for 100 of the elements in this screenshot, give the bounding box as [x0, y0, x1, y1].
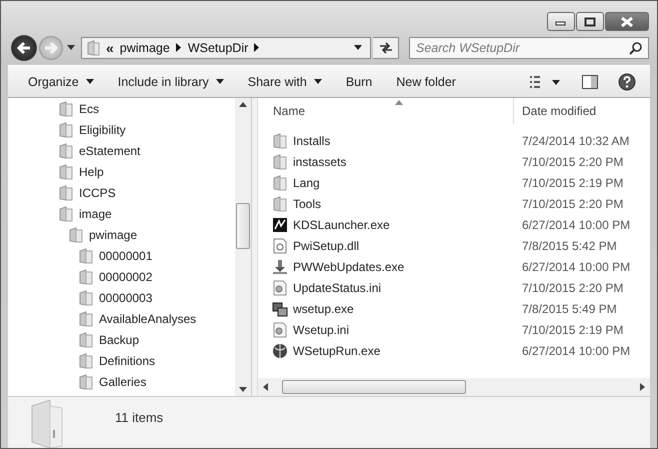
document-icon — [272, 238, 288, 254]
zigzag-app-icon — [272, 216, 288, 232]
pane-icon — [582, 74, 598, 88]
folder-icon — [78, 310, 94, 326]
tree-item[interactable]: image — [8, 203, 235, 224]
scroll-up-icon[interactable] — [239, 102, 247, 107]
date-modified: 7/10/2015 2:19 PM — [521, 176, 624, 190]
date-modified: 7/10/2015 2:20 PM — [521, 280, 624, 294]
folder-icon — [78, 248, 94, 264]
tree-item[interactable]: pwimage — [8, 224, 235, 245]
date-modified: 7/8/2015 5:49 PM — [521, 302, 617, 316]
globe-icon — [272, 342, 288, 358]
list-view-icon — [530, 76, 562, 88]
folder-icon — [58, 100, 74, 116]
scrollbar[interactable] — [235, 98, 251, 396]
search-icon[interactable] — [629, 40, 643, 54]
folder-icon — [78, 374, 94, 390]
date-modified: 6/27/2014 10:00 PM — [521, 344, 630, 358]
folder-icon — [272, 154, 288, 170]
left-arrow-icon — [16, 40, 32, 54]
address-bar[interactable]: « pwimage WSetupDir — [81, 36, 371, 58]
scroll-right-icon[interactable] — [640, 383, 645, 391]
tree-item[interactable]: 00000002 — [8, 266, 235, 287]
file-name[interactable]: Wsetup.ini — [258, 322, 513, 338]
date-modified: 7/10/2015 2:20 PM — [521, 196, 624, 210]
arrow-icon[interactable] — [176, 43, 182, 52]
minimize-button[interactable] — [547, 12, 575, 31]
tree-item[interactable]: Galleries — [8, 371, 235, 392]
folder-icon — [272, 174, 288, 190]
tree-item[interactable]: Eligibility — [8, 119, 235, 140]
scroll-thumb[interactable] — [236, 203, 250, 249]
date-modified: 6/27/2014 10:00 PM — [521, 218, 630, 232]
column-header[interactable]: Name — [258, 104, 513, 118]
tree-item[interactable]: Definitions — [8, 350, 235, 371]
maximize-icon — [584, 16, 596, 26]
breadcrumb[interactable]: pwimage — [120, 40, 170, 54]
toolbar-button[interactable]: Burn — [336, 72, 382, 92]
file-name[interactable]: UpdateStatus.ini — [258, 280, 513, 296]
tree-item[interactable]: ICCPS — [8, 182, 235, 203]
file-name[interactable]: wsetup.exe — [258, 300, 513, 316]
file-name[interactable]: WSetupRun.exe — [258, 342, 513, 358]
file-name[interactable]: instassets — [258, 154, 513, 170]
close-button[interactable] — [605, 12, 649, 31]
folder-icon — [58, 206, 74, 222]
overflow-chevron[interactable]: « — [106, 40, 114, 56]
folder-icon — [58, 122, 74, 138]
folder-icon — [272, 196, 288, 212]
search-field[interactable]: Search WSetupDir — [409, 36, 649, 58]
scrollbar[interactable] — [258, 378, 650, 396]
download-icon — [272, 258, 288, 274]
refresh-button[interactable] — [373, 36, 399, 58]
windows-icon — [272, 300, 288, 316]
toolbar-button[interactable]: Organize — [18, 72, 104, 92]
scroll-down-icon[interactable] — [239, 387, 247, 392]
tree-item[interactable]: AvailableAnalyses — [8, 308, 235, 329]
arrow-icon[interactable] — [254, 43, 260, 52]
tree-item[interactable]: Backup — [8, 329, 235, 350]
close-icon — [620, 16, 634, 26]
dropdown-caret-icon — [314, 79, 322, 84]
folder-icon — [78, 268, 94, 284]
tree-item[interactable]: Ecs — [8, 98, 235, 119]
folder-icon — [78, 290, 94, 306]
right-arrow-icon — [43, 40, 59, 54]
folder-icon — [58, 142, 74, 158]
settings-file-icon — [272, 280, 288, 296]
folder-icon — [78, 332, 94, 348]
date-modified: 7/8/2015 5:42 PM — [521, 238, 617, 252]
column-header[interactable]: Date modified — [513, 98, 642, 124]
dropdown-caret-icon — [86, 79, 94, 84]
maximize-button[interactable] — [576, 12, 604, 31]
folder-icon — [68, 226, 84, 242]
file-name[interactable]: Installs — [258, 132, 513, 148]
file-name[interactable]: PWWebUpdates.exe — [258, 258, 513, 274]
toolbar-button[interactable]: New folder — [386, 72, 466, 92]
file-name[interactable]: KDSLauncher.exe — [258, 216, 513, 232]
toolbar-button[interactable]: Include in library — [108, 72, 234, 92]
refresh-icon — [378, 40, 394, 54]
back-button[interactable] — [11, 34, 37, 60]
folder-icon — [58, 164, 74, 180]
breadcrumb[interactable]: WSetupDir — [188, 40, 248, 54]
file-name[interactable]: Lang — [258, 174, 513, 190]
tree-item[interactable]: 00000001 — [8, 245, 235, 266]
date-modified: 7/10/2015 2:19 PM — [521, 322, 624, 336]
tree-item[interactable]: Help — [8, 161, 235, 182]
file-name[interactable]: PwiSetup.dll — [258, 238, 513, 254]
scroll-left-icon[interactable] — [263, 383, 268, 391]
file-name[interactable]: Tools — [258, 196, 513, 212]
folder-icon — [272, 132, 288, 148]
history-caret-icon[interactable] — [67, 44, 75, 50]
dropdown-caret-icon — [216, 79, 224, 84]
help-icon — [618, 72, 636, 90]
sort-arrow-icon — [395, 100, 403, 105]
toolbar-button[interactable]: Share with — [238, 72, 332, 92]
item-count: 11 items — [115, 410, 164, 425]
folder-icon — [78, 352, 94, 368]
date-modified: 7/24/2014 10:32 AM — [521, 134, 630, 148]
dropdown-caret-icon[interactable] — [354, 45, 362, 50]
tree-item[interactable]: eStatement — [8, 140, 235, 161]
tree-item[interactable]: 00000003 — [8, 287, 235, 308]
scroll-thumb[interactable] — [282, 380, 466, 394]
